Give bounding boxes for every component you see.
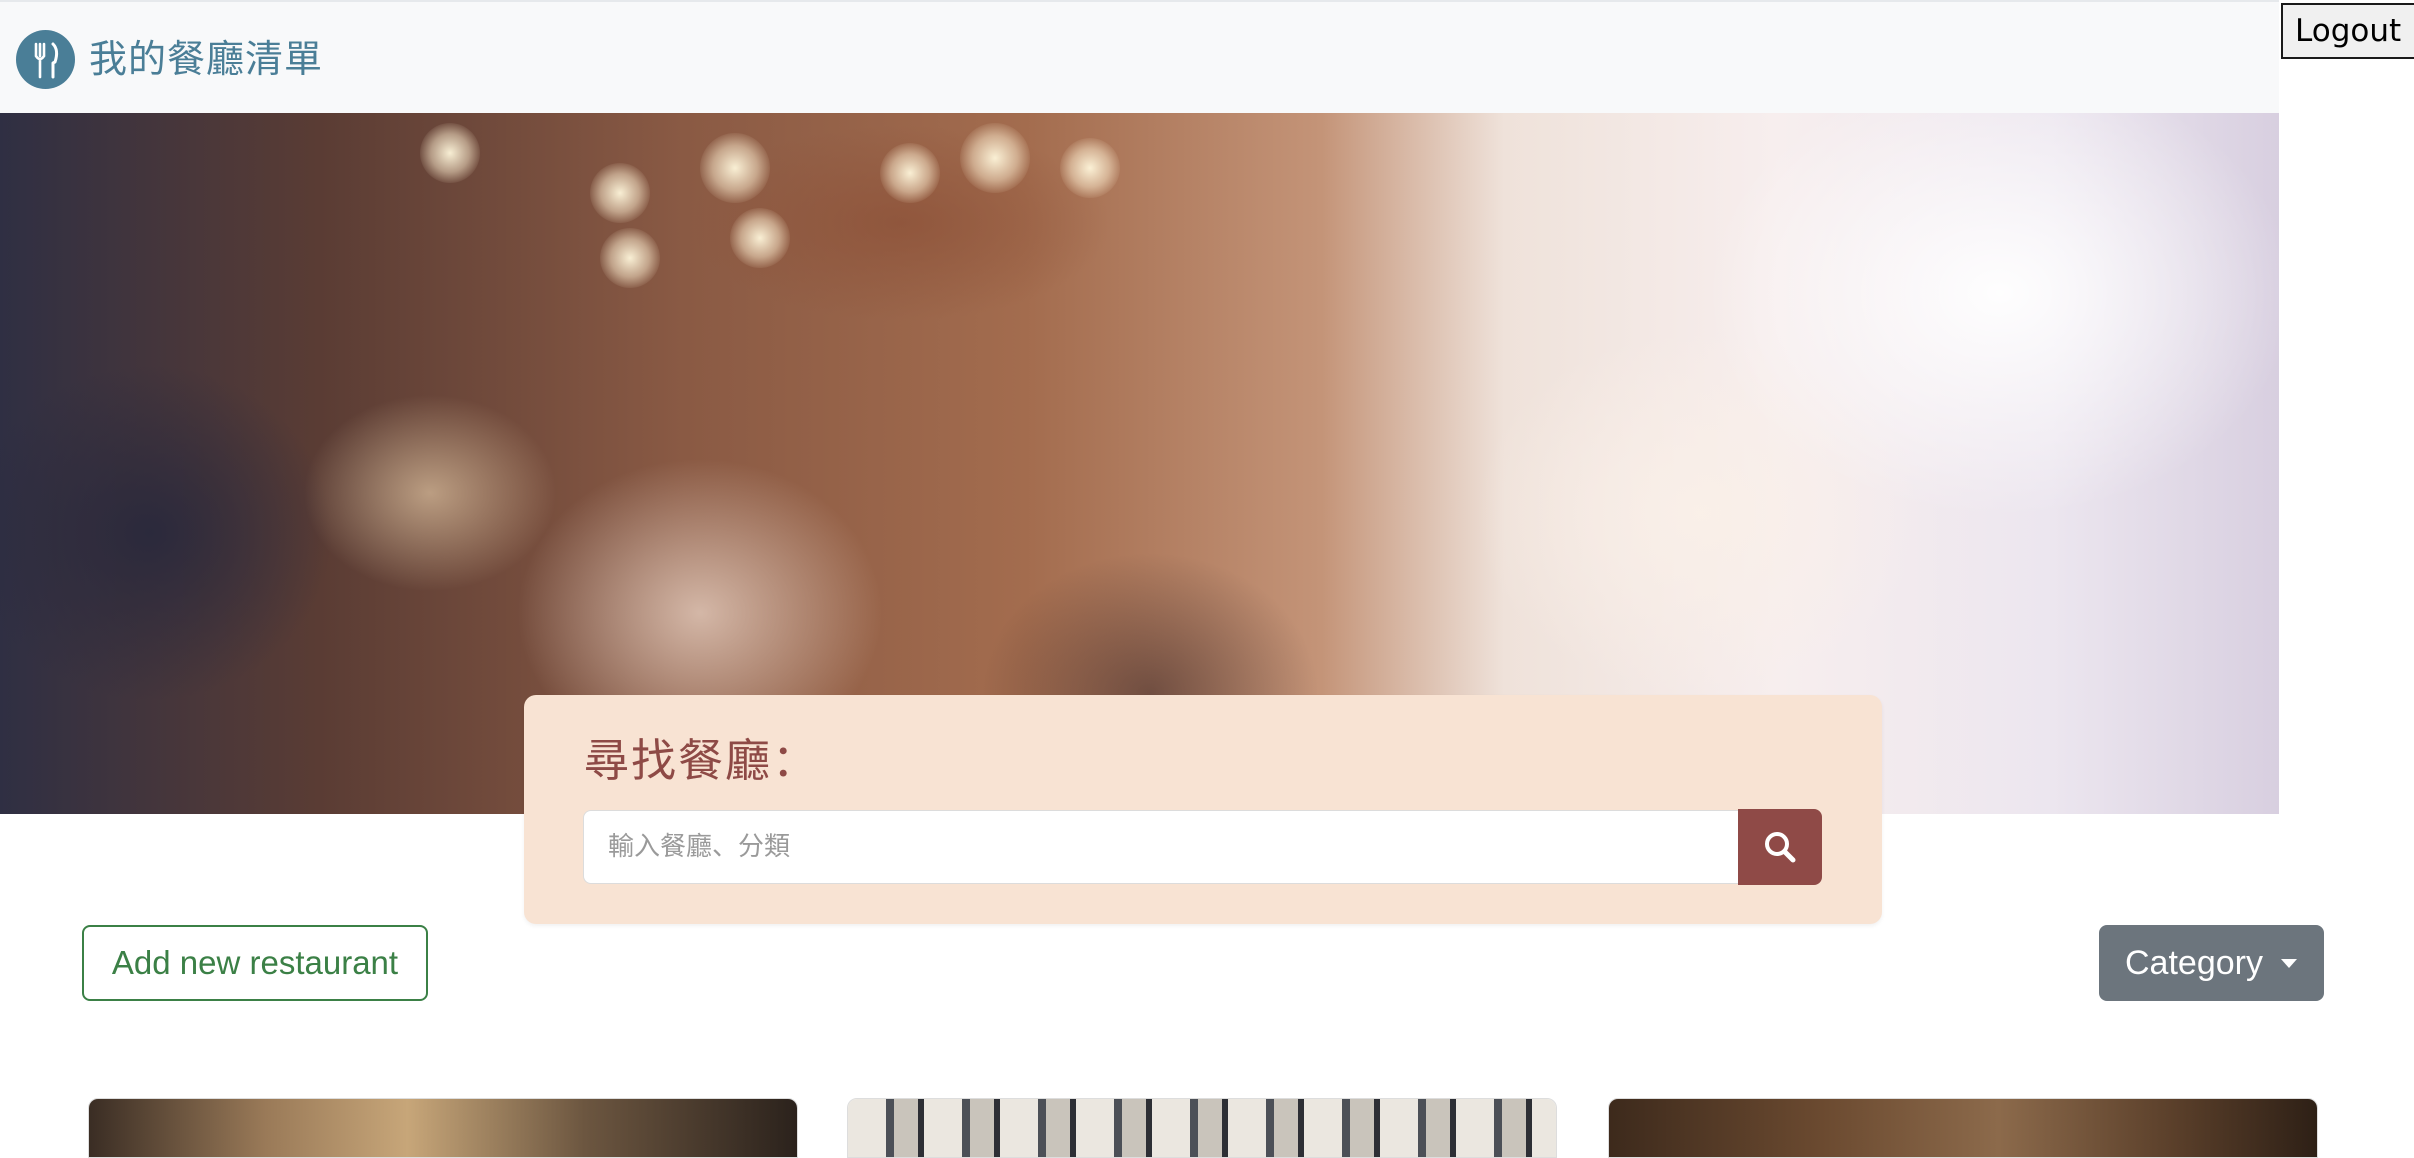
search-card: 尋找餐廳： xyxy=(524,695,1882,924)
utensils-icon[interactable] xyxy=(16,30,75,89)
restaurant-image[interactable] xyxy=(1609,1099,2317,1157)
logout-button[interactable]: Logout xyxy=(2281,3,2414,59)
ceiling-light xyxy=(600,228,660,288)
search-button[interactable] xyxy=(1738,809,1822,885)
ceiling-light xyxy=(960,123,1030,193)
navbar: 我的餐廳清單 xyxy=(0,0,2279,113)
restaurant-image[interactable] xyxy=(848,1099,1556,1157)
category-label: Category xyxy=(2125,944,2263,982)
caret-down-icon xyxy=(2281,959,2297,968)
ceiling-light xyxy=(700,133,770,203)
ceiling-light xyxy=(590,163,650,223)
ceiling-light xyxy=(420,123,480,183)
ceiling-light xyxy=(880,143,940,203)
ceiling-light xyxy=(1060,138,1120,198)
search-icon xyxy=(1765,832,1796,863)
restaurant-card[interactable] xyxy=(847,1098,1557,1158)
search-input[interactable] xyxy=(583,810,1743,884)
category-dropdown-button[interactable]: Category xyxy=(2099,925,2324,1001)
add-restaurant-button[interactable]: Add new restaurant xyxy=(82,925,428,1001)
brand-title[interactable]: 我的餐廳清單 xyxy=(89,32,323,86)
search-title: 尋找餐廳： xyxy=(584,734,820,787)
restaurant-card[interactable] xyxy=(1608,1098,2318,1158)
restaurant-card[interactable] xyxy=(88,1098,798,1158)
ceiling-light xyxy=(730,208,790,268)
restaurant-image[interactable] xyxy=(89,1099,797,1157)
